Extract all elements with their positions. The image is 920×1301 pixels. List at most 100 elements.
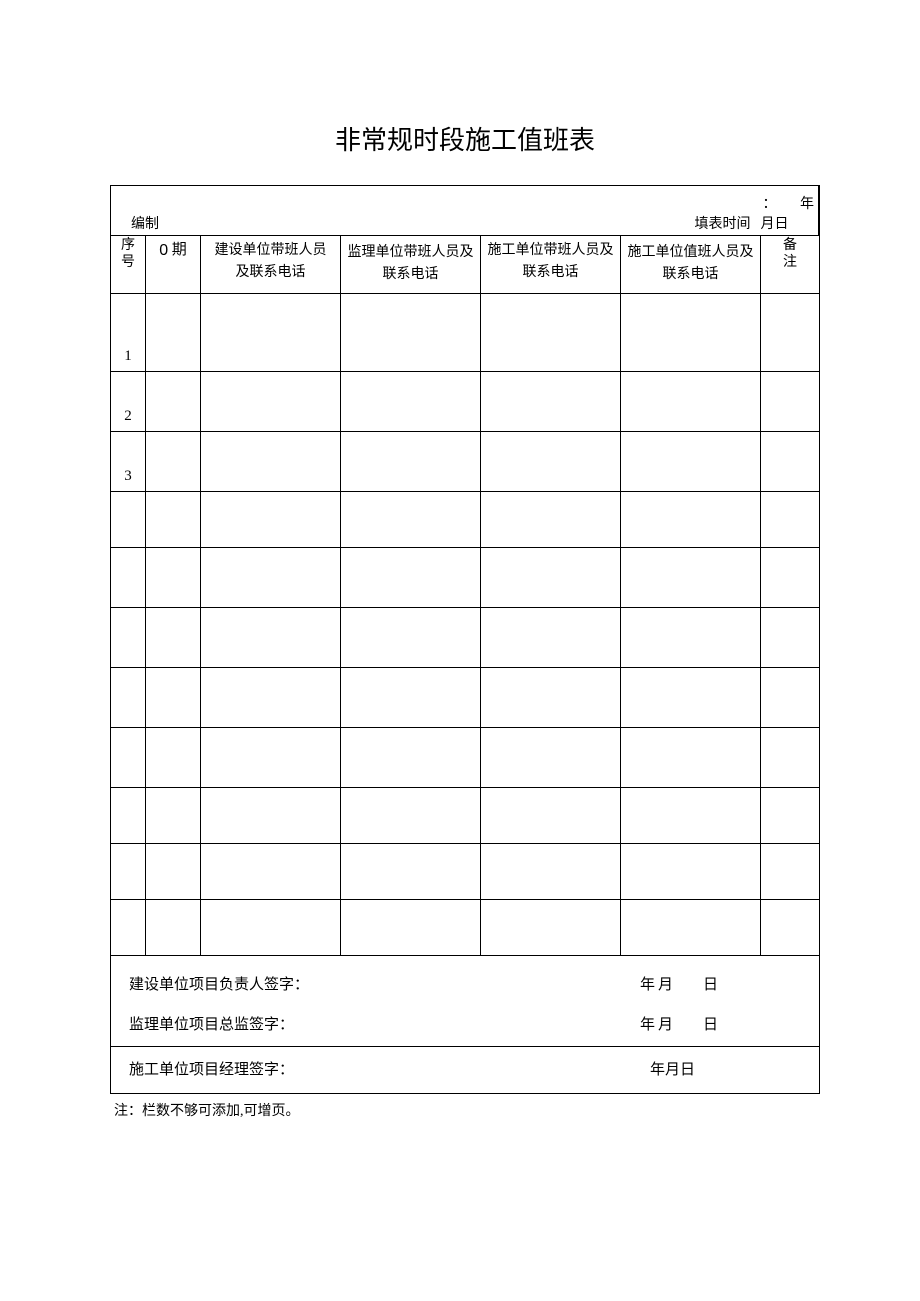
row-note[interactable]	[761, 431, 820, 491]
table-row	[111, 787, 820, 843]
table-row	[111, 727, 820, 787]
row-contractor-duty[interactable]	[621, 293, 761, 371]
row-note[interactable]	[761, 547, 820, 607]
row-contractor-duty[interactable]	[621, 547, 761, 607]
col-construction-unit: 建设单位带班人员 及联系电话	[203, 240, 338, 285]
table-row	[111, 491, 820, 547]
row-supervision[interactable]	[341, 667, 481, 727]
row-seq	[111, 727, 146, 787]
row-contractor-duty[interactable]	[621, 899, 761, 955]
row-construction[interactable]	[201, 843, 341, 899]
signature-row-upper: 建设单位项目负责人签字： 年月 日 监理单位项目总监签字： 年月 日	[111, 955, 820, 1046]
row-construction[interactable]	[201, 431, 341, 491]
col-seq: 序 号	[113, 238, 143, 272]
row-construction[interactable]	[201, 547, 341, 607]
row-supervision[interactable]	[341, 899, 481, 955]
col-contractor-lead: 施工单位带班人员及 联系电话	[483, 240, 618, 285]
row-note[interactable]	[761, 371, 820, 431]
row-supervision[interactable]	[341, 431, 481, 491]
fill-time-label: 填表时间	[695, 217, 751, 232]
row-note[interactable]	[761, 899, 820, 955]
row-contractor-lead[interactable]	[481, 727, 621, 787]
row-date[interactable]	[146, 431, 201, 491]
construction-owner-sig-label: 建设单位项目负责人签字：	[129, 970, 309, 1000]
meta-row: 编制 填表时间 ： 年月日	[111, 186, 820, 236]
col-note: 备 注	[763, 238, 817, 272]
row-supervision[interactable]	[341, 293, 481, 371]
table-row	[111, 843, 820, 899]
row-note[interactable]	[761, 607, 820, 667]
row-note[interactable]	[761, 293, 820, 371]
row-contractor-lead[interactable]	[481, 371, 621, 431]
row-construction[interactable]	[201, 293, 341, 371]
row-contractor-lead[interactable]	[481, 431, 621, 491]
row-contractor-duty[interactable]	[621, 431, 761, 491]
table-row	[111, 547, 820, 607]
colon: ：	[761, 197, 777, 212]
row-note[interactable]	[761, 727, 820, 787]
row-date[interactable]	[146, 491, 201, 547]
row-construction[interactable]	[201, 371, 341, 431]
signature-row-lower: 施工单位项目经理签字： 年月日	[111, 1046, 820, 1093]
row-contractor-lead[interactable]	[481, 787, 621, 843]
row-date[interactable]	[146, 667, 201, 727]
row-contractor-duty[interactable]	[621, 491, 761, 547]
row-contractor-duty[interactable]	[621, 371, 761, 431]
row-date[interactable]	[146, 293, 201, 371]
row-contractor-lead[interactable]	[481, 843, 621, 899]
row-contractor-lead[interactable]	[481, 899, 621, 955]
row-seq: 3	[111, 431, 146, 491]
row-supervision[interactable]	[341, 547, 481, 607]
table-row	[111, 607, 820, 667]
row-contractor-duty[interactable]	[621, 607, 761, 667]
row-construction[interactable]	[201, 491, 341, 547]
row-note[interactable]	[761, 787, 820, 843]
duty-table: 编制 填表时间 ： 年月日 序 号 0 期 建设单位带班人员 及联系电话	[110, 185, 820, 1094]
row-contractor-lead[interactable]	[481, 667, 621, 727]
row-date[interactable]	[146, 787, 201, 843]
row-contractor-lead[interactable]	[481, 293, 621, 371]
row-supervision[interactable]	[341, 843, 481, 899]
row-seq	[111, 607, 146, 667]
table-row: 2	[111, 371, 820, 431]
row-contractor-lead[interactable]	[481, 491, 621, 547]
row-contractor-lead[interactable]	[481, 607, 621, 667]
table-row: 1	[111, 293, 820, 371]
row-contractor-lead[interactable]	[481, 547, 621, 607]
supervision-chief-sig-label: 监理单位项目总监签字：	[129, 1010, 294, 1040]
row-contractor-duty[interactable]	[621, 787, 761, 843]
row-note[interactable]	[761, 491, 820, 547]
row-date[interactable]	[146, 547, 201, 607]
sig-date-2: 年月 日	[640, 1010, 721, 1040]
row-construction[interactable]	[201, 899, 341, 955]
row-date[interactable]	[146, 899, 201, 955]
row-supervision[interactable]	[341, 727, 481, 787]
row-date[interactable]	[146, 371, 201, 431]
row-supervision[interactable]	[341, 371, 481, 431]
col-date-zero: 0	[159, 240, 168, 259]
sig-date-1: 年月 日	[640, 970, 721, 1000]
row-construction[interactable]	[201, 787, 341, 843]
footnote: 注：栏数不够可添加,可增页。	[110, 1100, 820, 1120]
row-seq	[111, 843, 146, 899]
row-seq	[111, 787, 146, 843]
row-date[interactable]	[146, 727, 201, 787]
sig-date-3: 年月日	[650, 1055, 721, 1085]
row-date[interactable]	[146, 843, 201, 899]
row-date[interactable]	[146, 607, 201, 667]
col-supervision-unit: 监理单位带班人员及 联系电话	[343, 242, 478, 287]
table-row: 3	[111, 431, 820, 491]
row-note[interactable]	[761, 843, 820, 899]
row-construction[interactable]	[201, 727, 341, 787]
row-supervision[interactable]	[341, 787, 481, 843]
row-construction[interactable]	[201, 607, 341, 667]
row-contractor-duty[interactable]	[621, 727, 761, 787]
row-supervision[interactable]	[341, 607, 481, 667]
row-note[interactable]	[761, 667, 820, 727]
row-contractor-duty[interactable]	[621, 667, 761, 727]
row-supervision[interactable]	[341, 491, 481, 547]
row-construction[interactable]	[201, 667, 341, 727]
row-seq: 1	[111, 293, 146, 371]
row-contractor-duty[interactable]	[621, 843, 761, 899]
row-seq	[111, 667, 146, 727]
